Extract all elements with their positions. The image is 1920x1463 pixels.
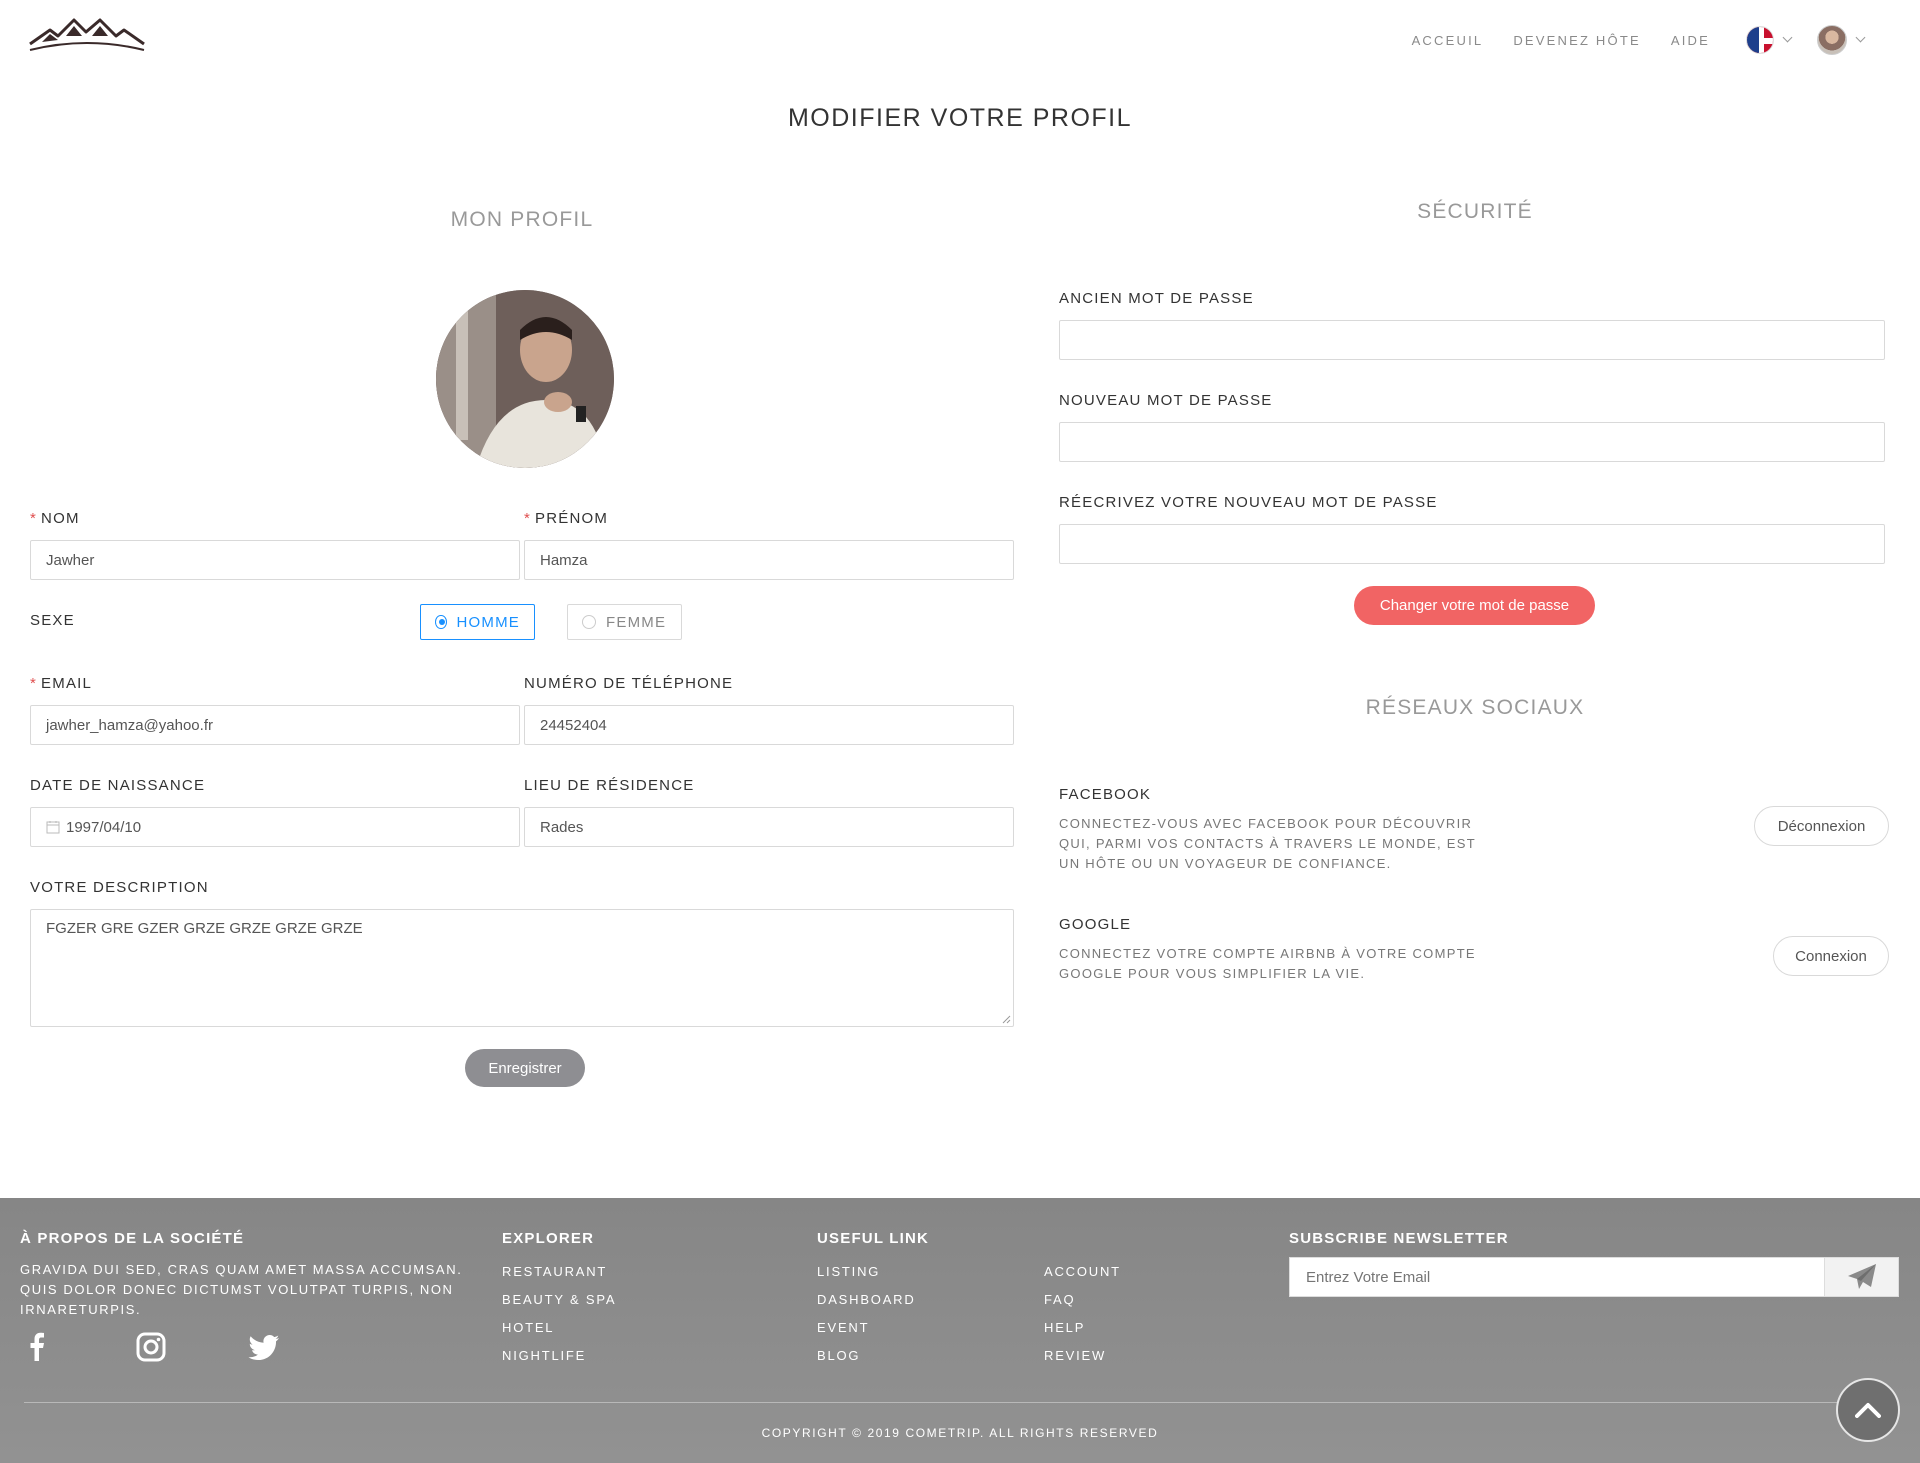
- radio-dot-icon: [435, 615, 447, 629]
- birth-date-value: 1997/04/10: [66, 818, 142, 836]
- prenom-value: Hamza: [540, 551, 588, 569]
- scroll-to-top-button[interactable]: [1836, 1378, 1900, 1442]
- new-password-label: NOUVEAU MOT DE PASSE: [1059, 392, 1273, 409]
- profile-photo: [436, 290, 614, 468]
- nav-acceuil-link[interactable]: ACCEUIL: [1412, 33, 1484, 48]
- chevron-up-icon: [1855, 1403, 1881, 1418]
- description-value: FGZER GRE GZER GRZE GRZE GRZE GRZE: [46, 920, 363, 937]
- old-password-label: ANCIEN MOT DE PASSE: [1059, 290, 1254, 307]
- chevron-down-icon: [1782, 32, 1793, 43]
- footer-link-event[interactable]: EVENT: [817, 1320, 869, 1335]
- profile-section-title: MON PROFIL: [450, 208, 594, 231]
- paper-plane-icon: [1847, 1264, 1876, 1289]
- newsletter-email-input[interactable]: [1290, 1258, 1825, 1296]
- footer-link-help[interactable]: HELP: [1044, 1320, 1085, 1335]
- phone-label: NUMÉRO DE TÉLÉPHONE: [524, 675, 734, 692]
- facebook-disconnect-button[interactable]: Déconnexion: [1754, 806, 1889, 846]
- description-textarea[interactable]: FGZER GRE GZER GRZE GRZE GRZE GRZE: [30, 909, 1014, 1027]
- footer-link-faq[interactable]: FAQ: [1044, 1292, 1075, 1307]
- footer-link-beauty-spa[interactable]: BEAUTY & SPA: [502, 1292, 616, 1307]
- change-password-button[interactable]: Changer votre mot de passe: [1354, 586, 1595, 625]
- email-value: jawher_hamza@yahoo.fr: [46, 716, 213, 734]
- profile-picture[interactable]: [436, 290, 614, 468]
- nav-devenez-hote-link[interactable]: DEVENEZ HÔTE: [1513, 33, 1641, 48]
- radio-dot-icon: [582, 615, 596, 629]
- logo-mountains-icon[interactable]: [28, 14, 146, 60]
- birth-date-label: DATE DE NAISSANCE: [30, 777, 206, 794]
- radio-femme[interactable]: FEMME: [567, 604, 682, 640]
- main-nav: ACCEUIL DEVENEZ HÔTE AIDE: [1382, 22, 1866, 58]
- new-password-input[interactable]: [1059, 422, 1885, 462]
- sexe-label: SEXE: [30, 612, 75, 629]
- radio-homme[interactable]: HOMME: [420, 604, 535, 640]
- nom-label: * NOM: [30, 510, 80, 527]
- security-section-title: SÉCURITÉ: [1417, 200, 1533, 223]
- avatar: [1817, 25, 1847, 55]
- old-password-input[interactable]: [1059, 320, 1885, 360]
- footer-link-blog[interactable]: BLOG: [817, 1348, 860, 1363]
- footer-newsletter-title: SUBSCRIBE NEWSLETTER: [1289, 1230, 1509, 1247]
- residence-label: LIEU DE RÉSIDENCE: [524, 777, 695, 794]
- footer-divider: [24, 1402, 1860, 1403]
- footer-link-nightlife[interactable]: NIGHTLIFE: [502, 1348, 586, 1363]
- email-label: * EMAIL: [30, 675, 93, 692]
- footer-link-dashboard[interactable]: DASHBOARD: [817, 1292, 916, 1307]
- footer: À PROPOS DE LA SOCIÉTÉ GRAVIDA DUI SED, …: [0, 1198, 1920, 1463]
- prenom-label: * PRÉNOM: [524, 510, 609, 527]
- prenom-input[interactable]: Hamza: [524, 540, 1014, 580]
- facebook-title: FACEBOOK: [1059, 786, 1152, 803]
- google-connect-button[interactable]: Connexion: [1773, 936, 1889, 976]
- description-label: VOTRE DESCRIPTION: [30, 879, 209, 896]
- page-title: MODIFIER VOTRE PROFIL: [787, 104, 1133, 132]
- user-menu[interactable]: [1817, 25, 1866, 55]
- language-selector[interactable]: [1746, 26, 1793, 54]
- phone-value: 24452404: [540, 716, 607, 734]
- top-navbar: ACCEUIL DEVENEZ HÔTE AIDE: [0, 0, 1920, 80]
- google-title: GOOGLE: [1059, 916, 1132, 933]
- facebook-description: CONNECTEZ-VOUS AVEC FACEBOOK POUR DÉCOUV…: [1059, 816, 1476, 871]
- newsletter-submit-button[interactable]: [1824, 1258, 1898, 1296]
- footer-link-review[interactable]: REVIEW: [1044, 1348, 1106, 1363]
- email-input[interactable]: jawher_hamza@yahoo.fr: [30, 705, 520, 745]
- nom-value: Jawher: [46, 551, 95, 569]
- instagram-icon[interactable]: [134, 1330, 168, 1364]
- social-section-title: RÉSEAUX SOCIAUX: [1365, 696, 1585, 719]
- confirm-password-label: RÉECRIVEZ VOTRE NOUVEAU MOT DE PASSE: [1059, 494, 1438, 511]
- google-description: CONNECTEZ VOTRE COMPTE AIRBNB À VOTRE CO…: [1059, 946, 1476, 981]
- calendar-icon: [46, 821, 60, 834]
- phone-input[interactable]: 24452404: [524, 705, 1014, 745]
- flag-uk-icon: [1746, 26, 1774, 54]
- residence-input[interactable]: Rades: [524, 807, 1014, 847]
- footer-about-title: À PROPOS DE LA SOCIÉTÉ: [20, 1230, 245, 1247]
- footer-explorer-title: EXPLORER: [502, 1230, 595, 1247]
- footer-useful-title: USEFUL LINK: [817, 1230, 930, 1247]
- footer-link-account[interactable]: ACCOUNT: [1044, 1264, 1121, 1279]
- footer-about-text: GRAVIDA DUI SED, CRAS QUAM AMET MASSA AC…: [20, 1262, 463, 1317]
- footer-link-listing[interactable]: LISTING: [817, 1264, 880, 1279]
- nav-aide-link[interactable]: AIDE: [1671, 33, 1710, 48]
- footer-link-hotel[interactable]: HOTEL: [502, 1320, 554, 1335]
- resize-handle-icon[interactable]: [1001, 1014, 1011, 1024]
- confirm-password-input[interactable]: [1059, 524, 1885, 564]
- save-button[interactable]: Enregistrer: [465, 1049, 585, 1087]
- birth-date-input[interactable]: 1997/04/10: [30, 807, 520, 847]
- newsletter-form: [1289, 1257, 1899, 1297]
- residence-value: Rades: [540, 818, 584, 836]
- facebook-icon[interactable]: [20, 1330, 54, 1364]
- copyright-text: COPYRIGHT © 2019 COMETRIP. ALL RIGHTS RE…: [761, 1426, 1159, 1440]
- nom-input[interactable]: Jawher: [30, 540, 520, 580]
- twitter-icon[interactable]: [248, 1330, 282, 1364]
- chevron-down-icon: [1855, 32, 1866, 43]
- footer-link-restaurant[interactable]: RESTAURANT: [502, 1264, 607, 1279]
